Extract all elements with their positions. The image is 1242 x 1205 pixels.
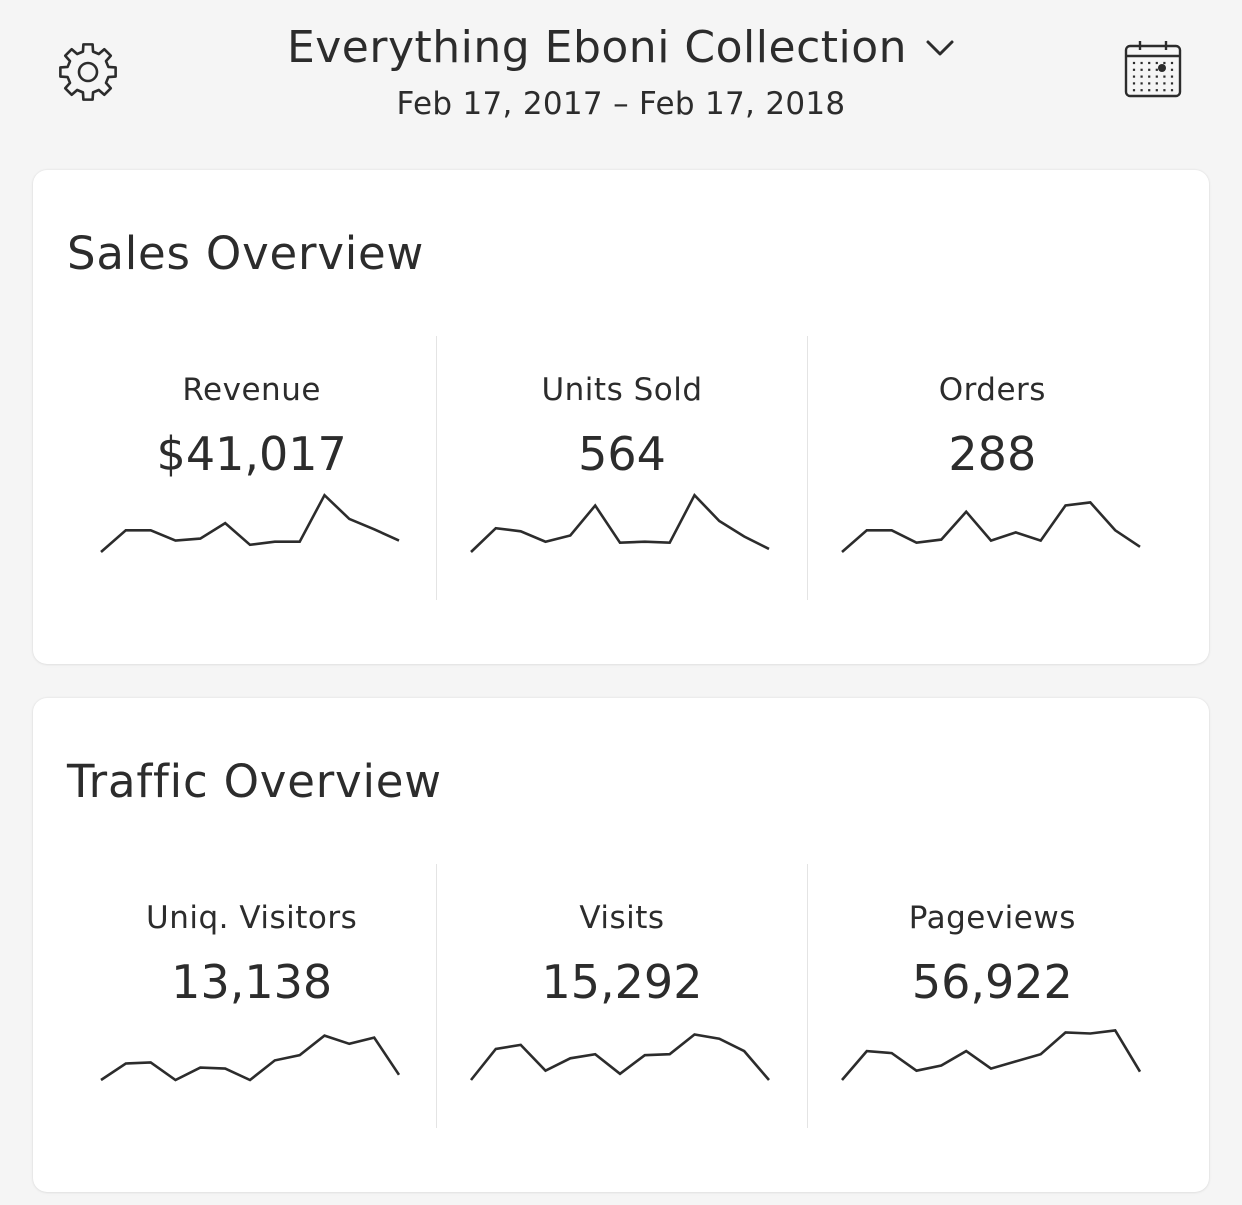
header-title-block: Everything Eboni Collection Feb 17, 2017… [0,20,1242,124]
units-sold-sparkline [470,492,770,553]
metric-label: Visits [579,900,665,936]
metric-label: Revenue [182,372,321,408]
metric-orders[interactable]: Orders 288 [806,336,1177,600]
visits-sparkline [470,1033,771,1081]
sparkline-series-line [470,492,770,553]
sparkline-series-line [100,1034,401,1082]
metric-label: Uniq. Visitors [146,900,358,936]
unique-visitors-sparkline [100,1034,401,1082]
metric-pageviews[interactable]: Pageviews 56,922 [806,864,1177,1128]
metric-value: 288 [948,427,1037,481]
metric-unique-visitors[interactable]: Uniq. Visitors 13,138 [67,864,436,1128]
revenue-sparkline [100,493,400,553]
metric-value: 13,138 [171,955,333,1009]
metric-visits[interactable]: Visits 15,292 [436,864,806,1128]
calendar-button[interactable] [1120,38,1186,104]
calendar-icon [1124,41,1182,98]
metric-value: 564 [578,427,666,481]
site-switcher[interactable]: Everything Eboni Collection [287,20,955,76]
metric-label: Orders [938,372,1046,408]
traffic-overview-title: Traffic Overview [67,755,442,808]
sparkline-series-line [840,501,1141,553]
traffic-metrics: Uniq. Visitors 13,138 Visits 15,292 Page… [67,864,1177,1128]
metric-value: 56,922 [911,955,1073,1009]
date-range: Feb 17, 2017 – Feb 17, 2018 [396,86,846,122]
traffic-overview-card: Traffic Overview Uniq. Visitors 13,138 V… [33,698,1209,1192]
site-title: Everything Eboni Collection [286,22,908,73]
pageviews-sparkline [840,1029,1141,1081]
sparkline-series-line [470,1033,771,1081]
metric-units-sold[interactable]: Units Sold 564 [436,336,806,600]
orders-sparkline [840,501,1141,553]
sales-metrics: Revenue $41,017 Units Sold 564 Orders 28… [67,336,1177,600]
sales-overview-card: Sales Overview Revenue $41,017 Units Sol… [33,170,1209,664]
metric-value: $41,017 [156,427,347,481]
metric-label: Pageviews [908,900,1076,936]
sparkline-series-line [840,1029,1141,1081]
metric-value: 15,292 [541,955,703,1009]
metric-label: Units Sold [541,372,703,408]
chevron-down-icon [926,40,954,56]
metric-revenue[interactable]: Revenue $41,017 [67,336,436,600]
sparkline-series-line [100,493,400,553]
app-header: Everything Eboni Collection Feb 17, 2017… [0,0,1242,150]
sales-overview-title: Sales Overview [67,227,425,280]
